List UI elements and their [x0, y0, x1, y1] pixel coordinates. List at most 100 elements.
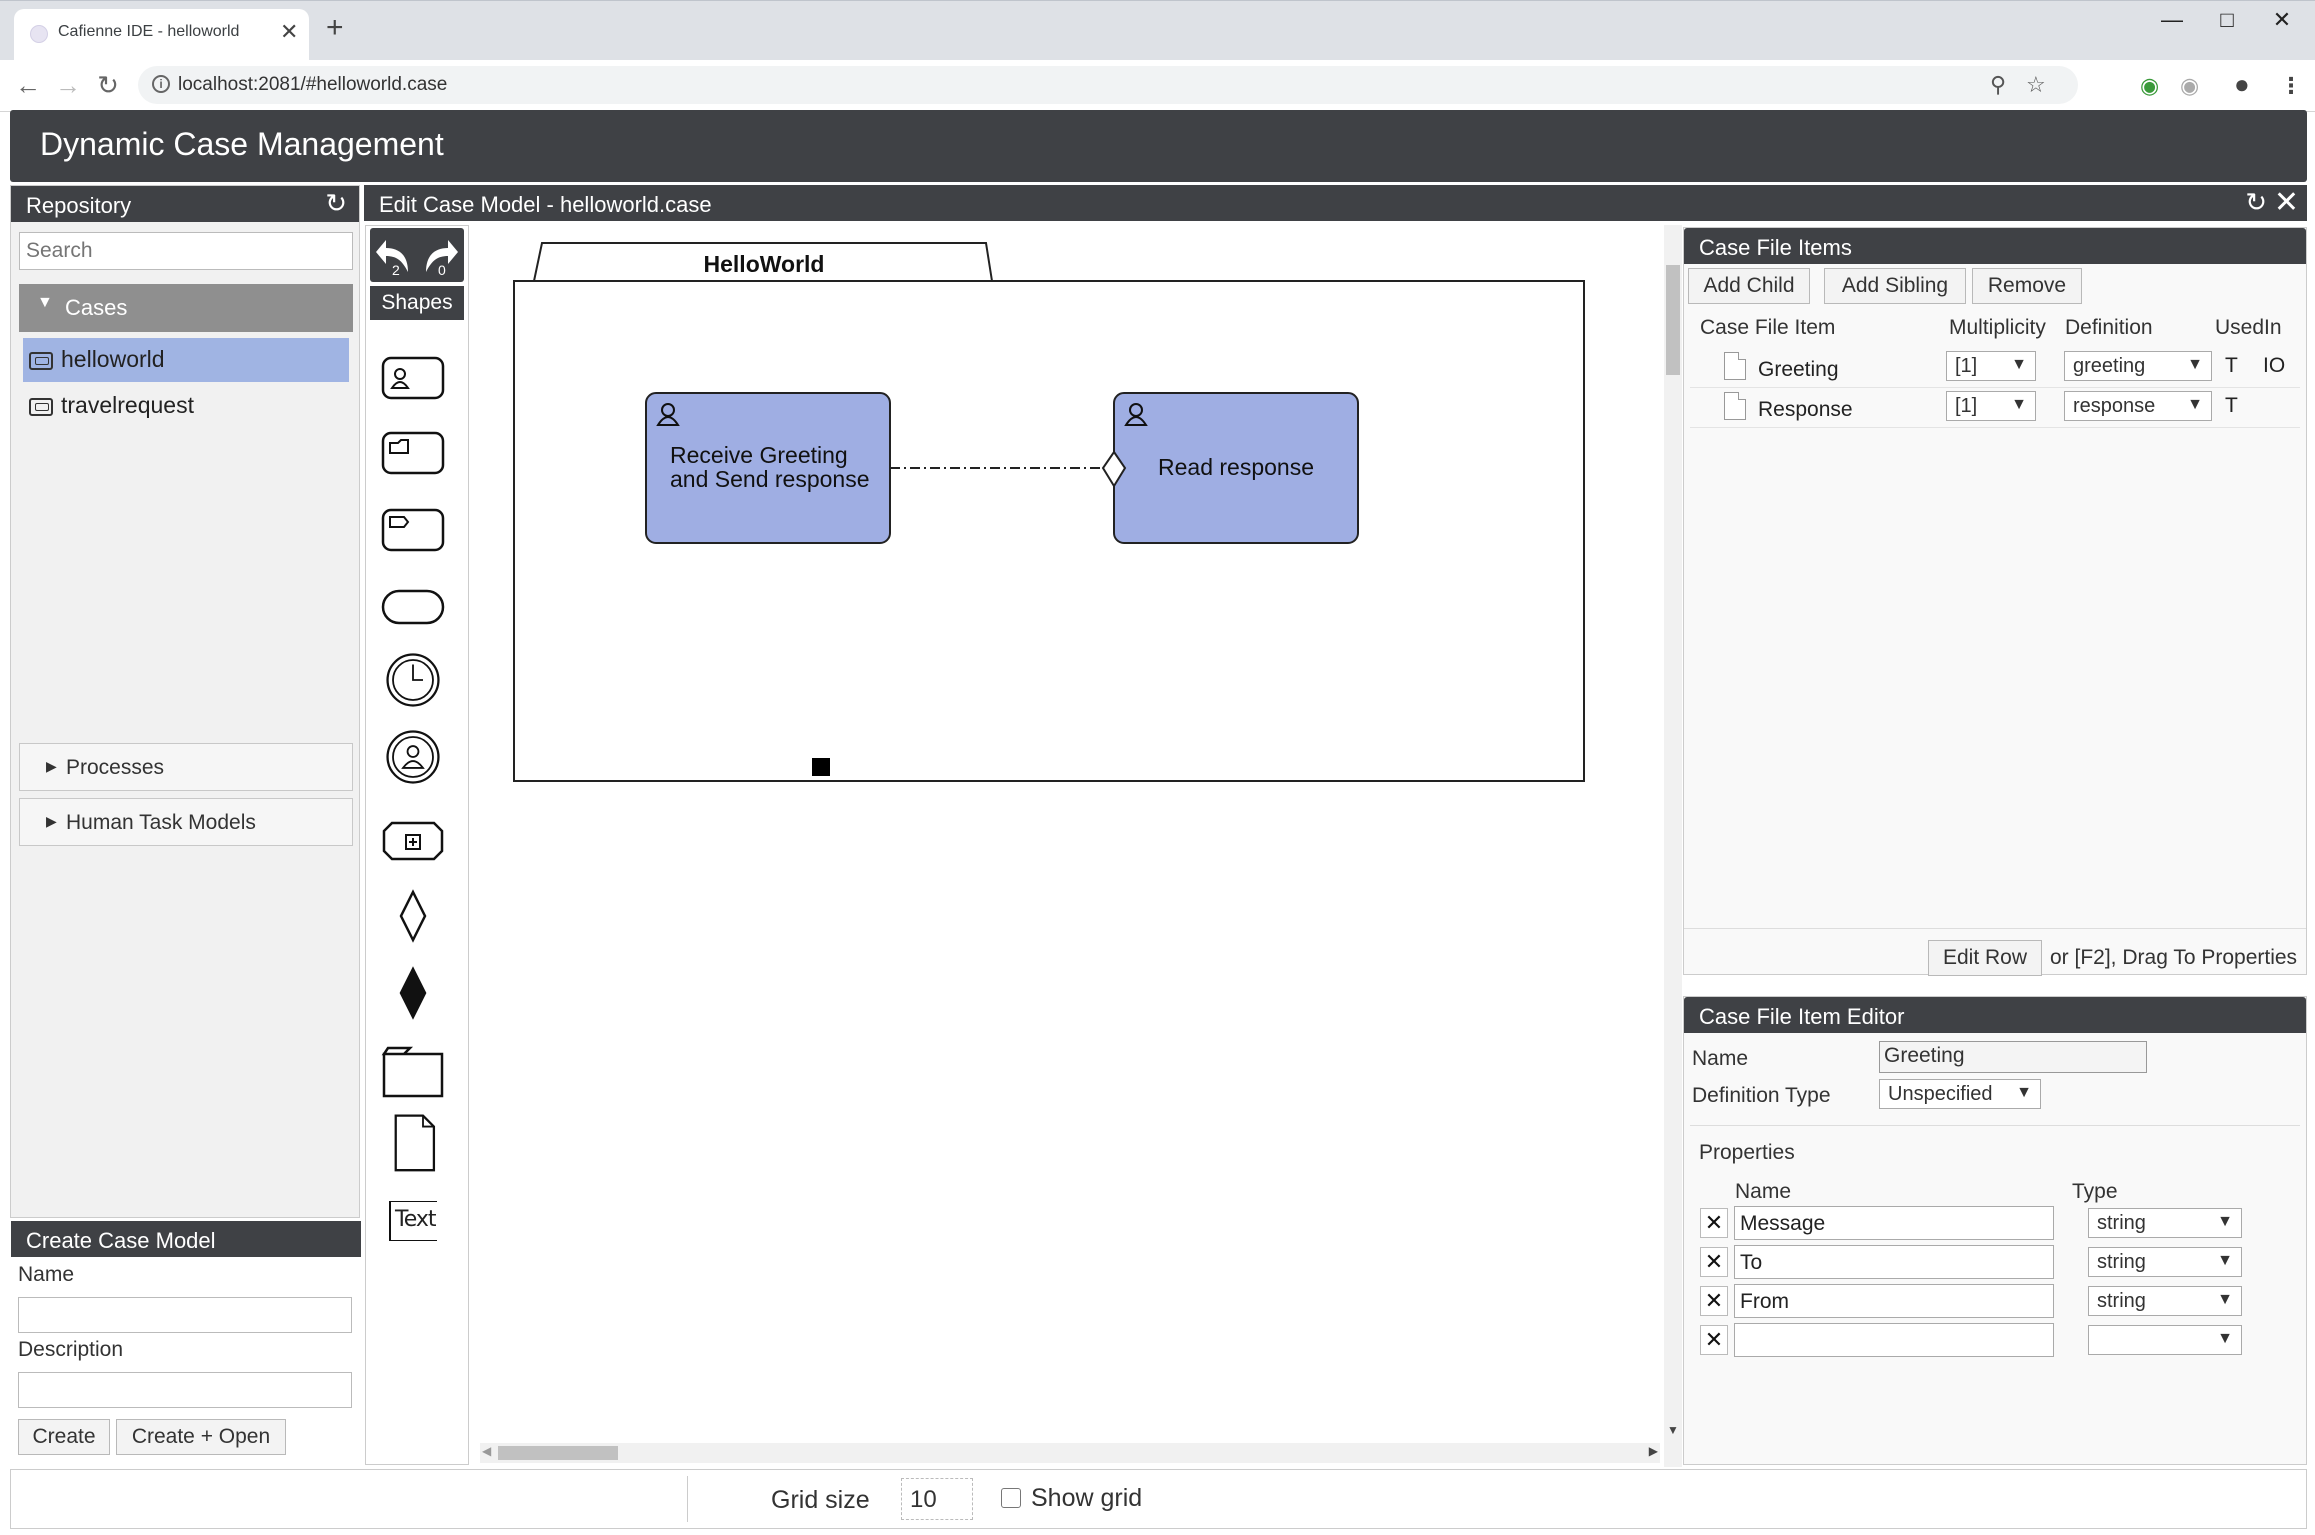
name-label: Name [18, 1263, 75, 1286]
repository-search-input[interactable] [19, 232, 353, 270]
create-button[interactable]: Create [18, 1419, 110, 1455]
multiplicity-select[interactable]: [1] ▼ [1946, 391, 2036, 421]
property-name-input[interactable]: Message [1734, 1206, 2054, 1240]
usedin-value: T [2225, 354, 2238, 377]
user-event-shape-icon[interactable] [380, 727, 446, 787]
editor-title: Edit Case Model - helloworld.case [379, 192, 712, 217]
scroll-right-icon[interactable]: ▶ [1649, 1444, 1658, 1458]
edit-row-button[interactable]: Edit Row [1928, 940, 2042, 976]
case-file-item-shape-icon[interactable] [380, 1040, 446, 1100]
divider [687, 1476, 688, 1522]
property-type-select[interactable]: string ▼ [2088, 1247, 2242, 1277]
case-name-input[interactable] [18, 1297, 352, 1333]
milestone-shape-icon[interactable] [380, 577, 446, 637]
stage-shape-icon[interactable] [380, 811, 446, 871]
bookmark-star-icon[interactable]: ☆ [2026, 72, 2046, 98]
definition-select[interactable]: response ▼ [2064, 391, 2212, 421]
zoom-icon[interactable]: ⚲ [1990, 72, 2006, 98]
task-read-response-label[interactable]: Read response [1114, 454, 1358, 481]
scroll-down-icon[interactable]: ▼ [1667, 1423, 1679, 1437]
delete-property-icon[interactable]: ✕ [1700, 1286, 1728, 1316]
diagram-canvas[interactable]: HelloWorld Receive Greeting and Send res… [476, 225, 1662, 1465]
definition-type-value: Unspecified [1888, 1083, 1993, 1105]
text-annotation-shape-icon[interactable]: Text [389, 1201, 437, 1241]
new-tab-icon[interactable]: + [326, 13, 344, 43]
task-receive-greeting-label[interactable]: Receive Greeting and Send response [670, 443, 870, 491]
profile-icon[interactable]: ● [2234, 69, 2250, 100]
grid-size-input[interactable]: 10 [901, 1478, 973, 1520]
show-grid-checkbox[interactable] [1001, 1488, 1021, 1508]
repo-item-travelrequest[interactable]: travelrequest [23, 384, 349, 428]
name-label: Name [1692, 1047, 1749, 1070]
case-task-shape-icon[interactable] [380, 423, 446, 483]
cfi-name-input[interactable]: Greeting [1879, 1041, 2147, 1073]
definition-select[interactable]: greeting ▼ [2064, 351, 2212, 381]
back-icon[interactable]: ← [12, 70, 44, 100]
exit-criterion-shape-icon[interactable] [380, 963, 446, 1023]
description-input[interactable] [18, 1372, 352, 1408]
human-task-models-section-header[interactable]: ▶ Human Task Models [19, 798, 353, 846]
process-task-shape-icon[interactable] [380, 500, 446, 560]
close-window-icon[interactable]: ✕ [2260, 7, 2304, 33]
property-name-input[interactable]: To [1734, 1245, 2054, 1279]
delete-property-icon[interactable]: ✕ [1700, 1325, 1728, 1355]
property-type-select[interactable]: string ▼ [2088, 1208, 2242, 1238]
editor-header: Edit Case Model - helloworld.case ↻ ✕ [364, 185, 2307, 221]
add-sibling-button[interactable]: Add Sibling [1824, 268, 1966, 304]
extension-2-icon[interactable]: ◉ [2180, 73, 2199, 99]
dropdown-arrow-icon: ▼ [2011, 356, 2027, 373]
redo-count: 0 [438, 262, 446, 278]
case-model-icon [29, 352, 53, 370]
canvas-vertical-scrollbar[interactable]: ▼ [1664, 225, 1682, 1467]
property-name-input[interactable] [1734, 1323, 2054, 1357]
canvas-horizontal-scrollbar[interactable]: ◀ ▶ [480, 1443, 1660, 1463]
case-plan-name[interactable]: HelloWorld [542, 251, 986, 278]
add-child-button[interactable]: Add Child [1688, 268, 1810, 304]
column-header-usedin: UsedIn [2215, 316, 2282, 339]
usedin-value: T [2225, 394, 2238, 417]
refresh-icon[interactable]: ↻ [2245, 187, 2267, 218]
remove-button[interactable]: Remove [1972, 268, 2082, 304]
multiplicity-select[interactable]: [1] ▼ [1946, 351, 2036, 381]
property-row: ✕ ▼ [1700, 1323, 2260, 1359]
dropdown-arrow-icon: ▼ [2011, 396, 2027, 413]
repo-item-helloworld[interactable]: helloworld [23, 338, 349, 382]
close-icon[interactable]: ✕ [2274, 185, 2299, 220]
address-bar[interactable]: i localhost:2081/#helloworld.case ⚲ ☆ [138, 66, 2078, 104]
close-tab-icon[interactable]: ✕ [280, 19, 298, 45]
timer-event-shape-icon[interactable] [380, 650, 446, 710]
property-type-select[interactable]: ▼ [2088, 1325, 2242, 1355]
vertical-scroll-thumb[interactable] [1666, 265, 1680, 375]
minimize-icon[interactable]: — [2150, 7, 2194, 33]
menu-kebab-icon[interactable]: ⋮ [2280, 73, 2302, 99]
extension-icon[interactable]: ◉ [2140, 73, 2159, 99]
delete-property-icon[interactable]: ✕ [1700, 1247, 1728, 1277]
info-icon[interactable]: i [152, 75, 170, 93]
table-row[interactable]: Response [1] ▼ response ▼ T [1690, 388, 2300, 428]
dropdown-arrow-icon: ▼ [2016, 1084, 2032, 1101]
human-task-shape-icon[interactable] [380, 346, 446, 406]
property-name-header: Name [1735, 1180, 1792, 1203]
delete-property-icon[interactable]: ✕ [1700, 1208, 1728, 1238]
table-row[interactable]: Greeting [1] ▼ greeting ▼ T IO [1690, 348, 2300, 388]
maximize-icon[interactable]: □ [2205, 7, 2249, 33]
property-name-value: From [1740, 1290, 1789, 1313]
property-type-select[interactable]: string ▼ [2088, 1286, 2242, 1316]
undo-count: 2 [392, 262, 400, 278]
document-shape-icon[interactable] [380, 1112, 446, 1172]
refresh-icon[interactable]: ↻ [325, 188, 347, 219]
edit-row-hint: or [F2], Drag To Properties [2050, 946, 2298, 969]
horizontal-scroll-thumb[interactable] [498, 1446, 618, 1460]
forward-icon[interactable]: → [52, 70, 84, 100]
scroll-left-icon[interactable]: ◀ [482, 1444, 491, 1458]
processes-section-header[interactable]: ▶ Processes [19, 743, 353, 791]
property-name-input[interactable]: From [1734, 1284, 2054, 1318]
cases-section-header[interactable]: ▼ Cases [19, 284, 353, 332]
browser-tab-bar: Cafienne IDE - helloworld ✕ + — □ ✕ [0, 0, 2315, 61]
definition-type-select[interactable]: Unspecified ▼ [1879, 1079, 2041, 1109]
entry-criterion-shape-icon[interactable] [380, 886, 446, 946]
create-open-button[interactable]: Create + Open [116, 1419, 286, 1455]
browser-tab[interactable]: Cafienne IDE - helloworld ✕ [14, 9, 309, 61]
reload-icon[interactable]: ↻ [92, 70, 124, 100]
property-name-value: To [1740, 1251, 1763, 1274]
